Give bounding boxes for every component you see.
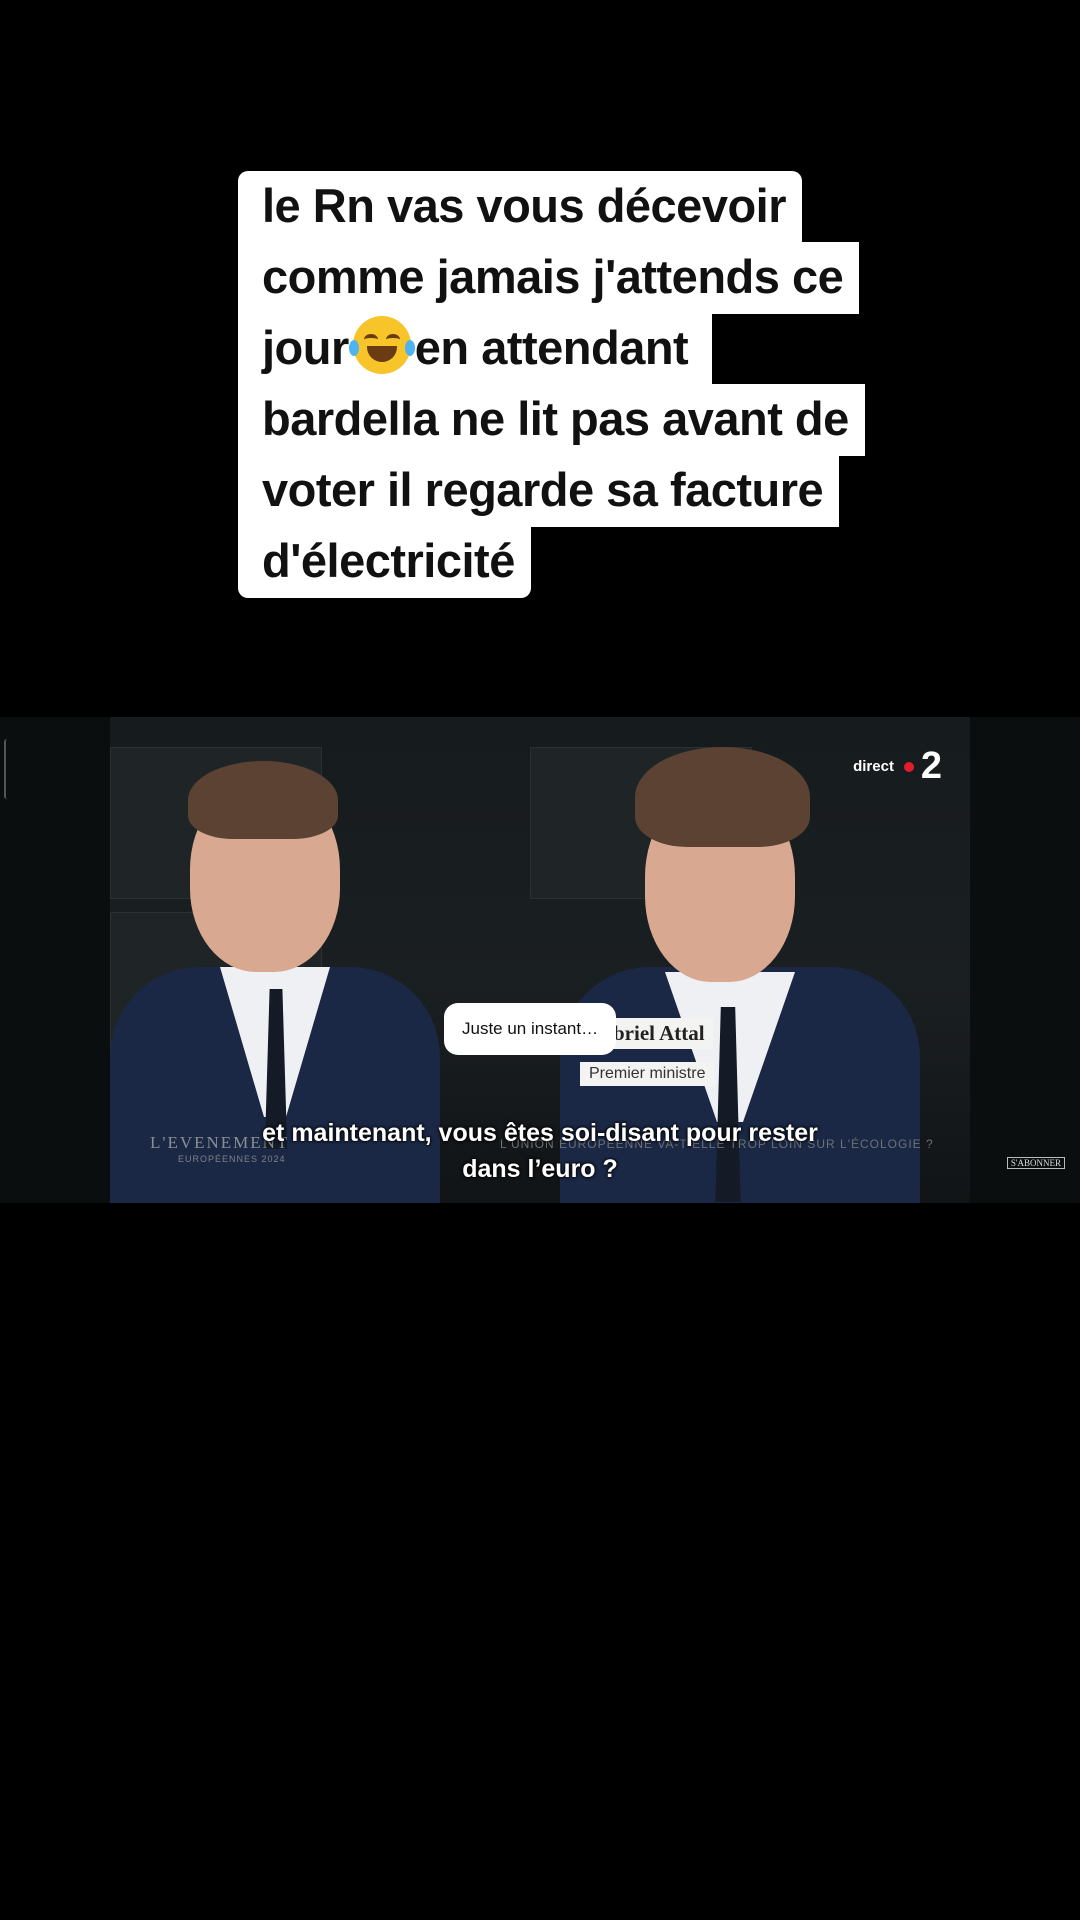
laughing-tears-emoji-icon [348, 316, 415, 374]
speaker-role-label: Premier ministre [580, 1062, 715, 1086]
subscribe-badge[interactable]: S'ABONNER [1006, 1157, 1065, 1169]
caption-text: en attendant [414, 321, 689, 374]
channel-logo: direct 2 [853, 745, 942, 788]
subtitle-line: et maintenant, vous êtes soi-disant pour… [262, 1119, 818, 1147]
caption-line: comme jamais j'attends ce [238, 242, 860, 314]
loading-tooltip: Juste un instant… [444, 1003, 617, 1055]
video-player[interactable]: direct 2 briel Attal Premier ministre L'… [0, 717, 1080, 1203]
speaker-name-label: briel Attal [605, 1018, 713, 1049]
channel-logo-text: direct [853, 758, 894, 775]
channel-number: 2 [920, 745, 942, 787]
caption-line: d'électricité [238, 526, 531, 598]
video-subtitles: et maintenant, vous êtes soi-disant pour… [0, 1115, 1080, 1187]
caption-line: bardella ne lit pas avant de [238, 384, 865, 456]
caption-line: le Rn vas vous décevoir [238, 171, 803, 243]
caption-line: jour en attendant [238, 313, 713, 385]
caption-text: jour [262, 321, 349, 374]
caption-overlay: le Rn vas vous décevoir comme jamais j'a… [238, 171, 918, 598]
subtitle-line: dans l’euro ? [462, 1155, 618, 1183]
left-edge-graphic [4, 739, 10, 799]
caption-line: voter il regarde sa facture [238, 455, 840, 527]
live-dot-icon [904, 761, 915, 772]
